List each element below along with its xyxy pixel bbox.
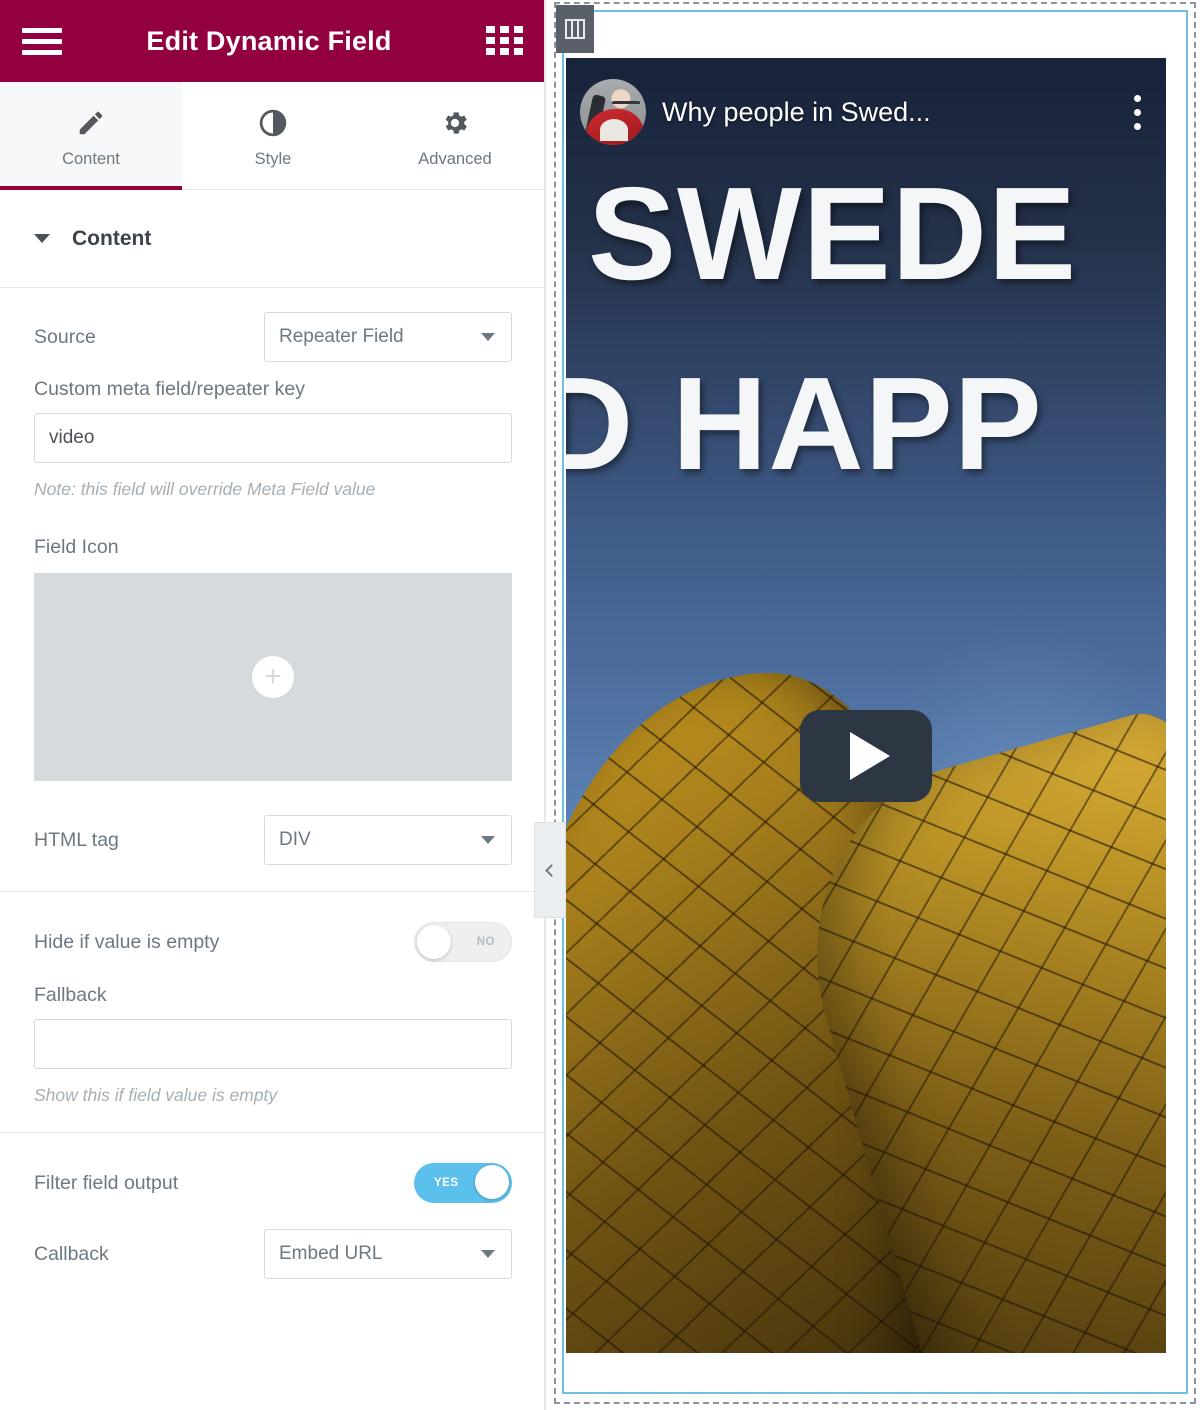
editor-root: Edit Dynamic Field Content Style Advance… — [0, 0, 1200, 1410]
chevron-down-icon — [34, 234, 50, 243]
preview-canvas: SWEDE D HAPP Why people in Swed... — [534, 0, 1200, 1410]
filter-output-label: Filter field output — [34, 1171, 179, 1194]
source-label: Source — [34, 325, 96, 348]
thumbnail-headline-2: D HAPP — [566, 350, 1043, 497]
tab-advanced[interactable]: Advanced — [364, 82, 546, 189]
chevron-down-icon — [481, 836, 495, 844]
html-tag-value: DIV — [279, 829, 311, 850]
video-embed[interactable]: SWEDE D HAPP Why people in Swed... — [566, 58, 1166, 1353]
meta-key-input[interactable] — [34, 413, 512, 463]
meta-key-label: Custom meta field/repeater key — [34, 378, 305, 400]
content-section-title: Content — [72, 226, 152, 250]
hide-if-empty-control: Hide if value is empty NO — [34, 918, 512, 966]
meta-key-control: Custom meta field/repeater key Note: thi… — [34, 378, 512, 500]
fallback-hint: Show this if field value is empty — [34, 1085, 278, 1105]
plus-icon: + — [252, 656, 294, 698]
callback-value: Embed URL — [279, 1243, 383, 1264]
chevron-left-icon — [545, 863, 558, 877]
elementor-panel: Edit Dynamic Field Content Style Advance… — [0, 0, 546, 1410]
chevron-down-icon — [481, 333, 495, 341]
channel-avatar[interactable] — [580, 79, 646, 145]
filter-output-toggle[interactable]: YES — [414, 1163, 512, 1203]
hide-if-empty-toggle[interactable]: NO — [414, 922, 512, 962]
play-button-icon[interactable] — [800, 710, 932, 802]
filter-output-state: YES — [434, 1177, 459, 1189]
thumbnail-headline-1: SWEDE — [588, 160, 1078, 307]
callback-label: Callback — [34, 1242, 109, 1265]
columns-glyph — [565, 19, 585, 39]
filter-output-control: Filter field output YES — [34, 1159, 512, 1207]
meta-key-note: Note: this field will override Meta Fiel… — [34, 479, 376, 499]
tab-style-label: Style — [254, 150, 292, 168]
fallback-control: Fallback Show this if field value is emp… — [34, 984, 512, 1106]
html-tag-select[interactable]: DIV — [264, 815, 512, 865]
panel-tabs: Content Style Advanced — [0, 82, 546, 190]
fallback-label: Fallback — [34, 984, 107, 1006]
video-title-bar: Why people in Swed... — [566, 58, 1166, 166]
chevron-down-icon — [481, 1250, 495, 1258]
source-select[interactable]: Repeater Field — [264, 312, 512, 362]
panel-title: Edit Dynamic Field — [146, 25, 392, 56]
video-thumbnail: SWEDE D HAPP — [566, 58, 1166, 1353]
field-icon-label: Field Icon — [34, 536, 119, 558]
control-group-primary: Source Repeater Field Custom meta field/… — [0, 288, 546, 892]
control-group-filter: Filter field output YES Callback Embed U… — [0, 1133, 546, 1279]
callback-select[interactable]: Embed URL — [264, 1229, 512, 1279]
video-title[interactable]: Why people in Swed... — [662, 97, 1108, 128]
control-group-empty-handling: Hide if value is empty NO Fallback Show … — [0, 892, 546, 1133]
field-icon-dropzone[interactable]: + — [34, 573, 512, 781]
tab-style[interactable]: Style — [182, 82, 364, 189]
toggle-knob — [417, 925, 451, 959]
pencil-icon — [76, 108, 106, 138]
gear-icon — [440, 108, 470, 138]
hide-if-empty-label: Hide if value is empty — [34, 930, 220, 953]
callback-control: Callback Embed URL — [34, 1229, 512, 1279]
contrast-icon — [258, 108, 288, 138]
play-triangle — [849, 732, 890, 780]
kebab-menu-icon[interactable] — [1124, 84, 1150, 140]
html-tag-label: HTML tag — [34, 828, 119, 851]
tab-content-label: Content — [62, 150, 120, 168]
fallback-input[interactable] — [34, 1019, 512, 1069]
panel-collapse-handle[interactable] — [534, 822, 566, 918]
apps-grid-icon[interactable] — [486, 26, 524, 56]
source-control: Source Repeater Field — [34, 312, 512, 362]
panel-header: Edit Dynamic Field — [0, 0, 546, 82]
html-tag-control: HTML tag DIV — [34, 815, 512, 865]
panel-body: Source Repeater Field Custom meta field/… — [0, 288, 546, 1410]
toggle-knob — [475, 1165, 509, 1199]
content-section-header[interactable]: Content — [0, 190, 546, 288]
tab-content[interactable]: Content — [0, 82, 182, 190]
field-icon-control: Field Icon + — [34, 536, 512, 781]
hide-if-empty-state: NO — [476, 936, 495, 948]
columns-icon[interactable] — [556, 5, 594, 53]
tab-advanced-label: Advanced — [418, 150, 492, 168]
source-value: Repeater Field — [279, 326, 404, 347]
